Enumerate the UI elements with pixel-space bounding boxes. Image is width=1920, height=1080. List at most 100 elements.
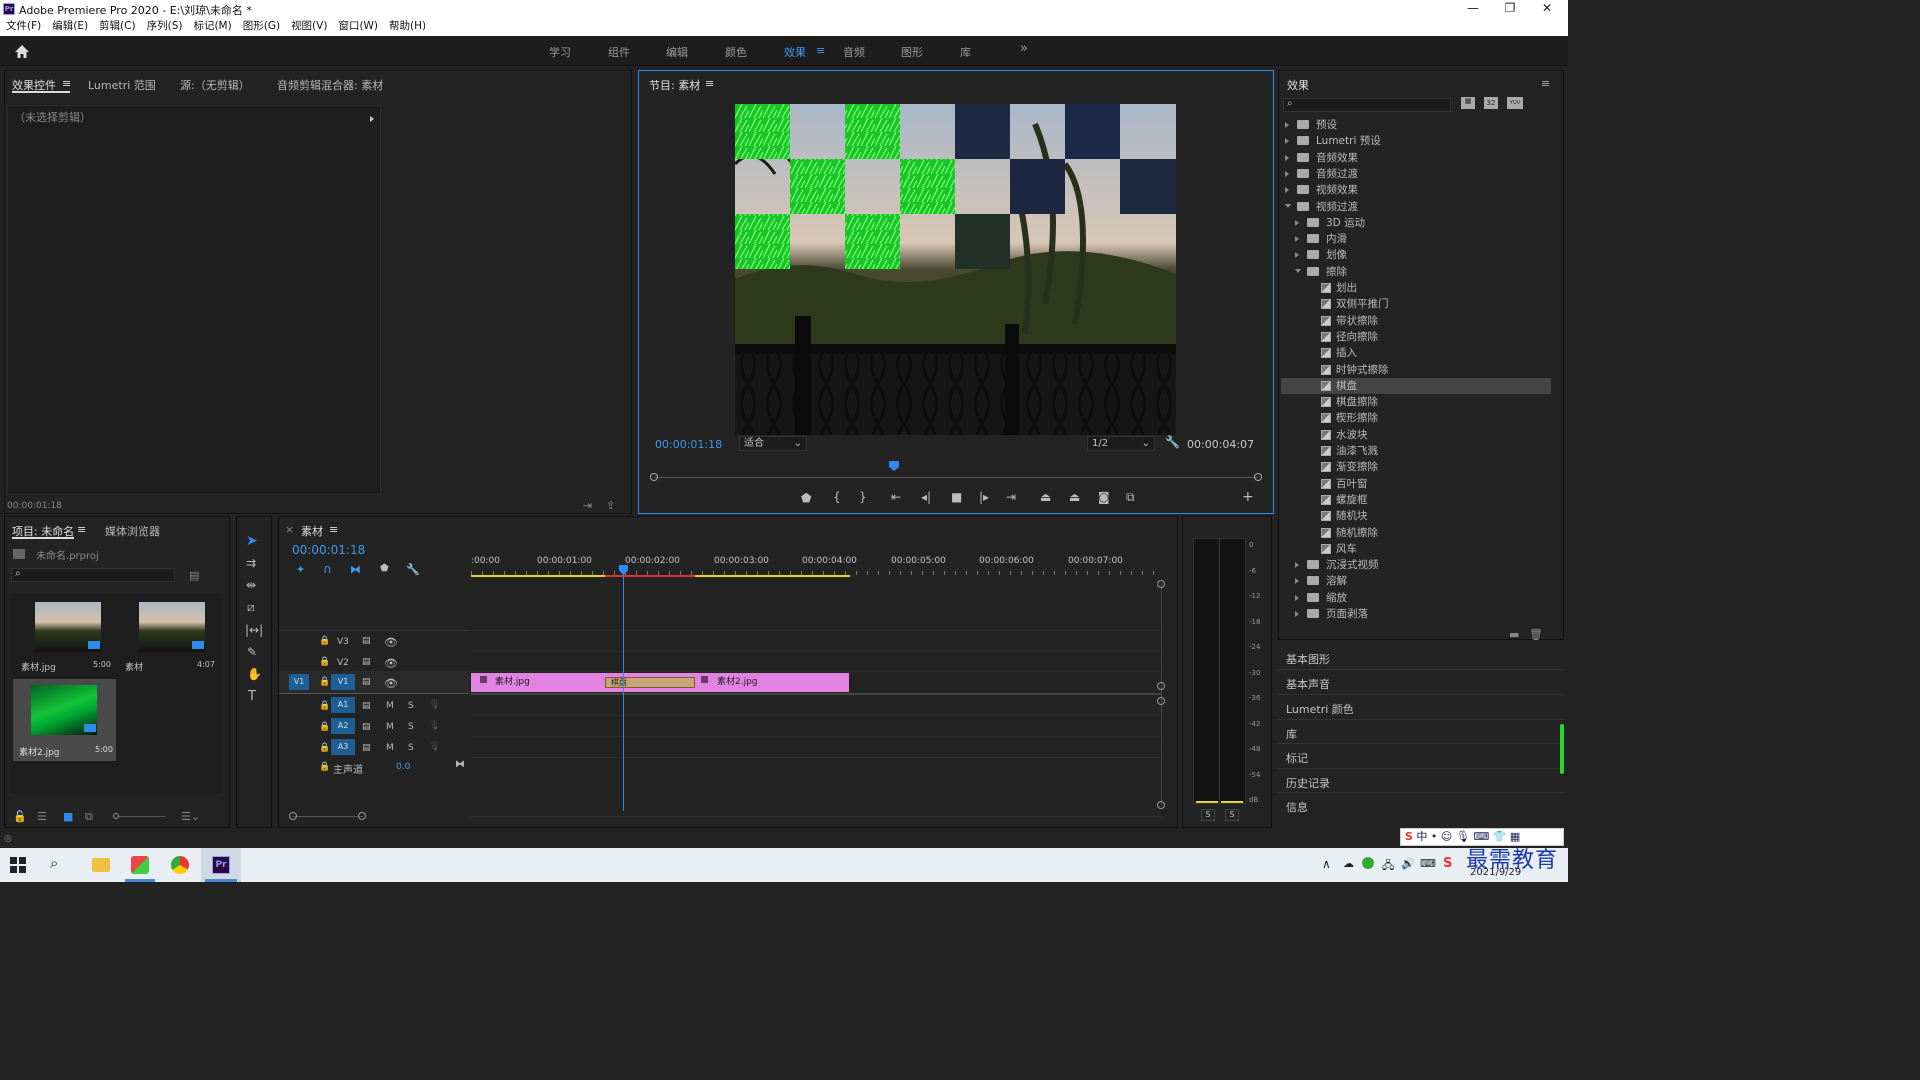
- lock-icon[interactable]: 🔓: [13, 810, 27, 823]
- add-marker-icon[interactable]: ⬟: [380, 563, 389, 574]
- effect-folder[interactable]: 擦除: [1281, 264, 1551, 280]
- sync-lock-icon[interactable]: ▤: [362, 743, 371, 753]
- sync-lock-icon[interactable]: ▤: [362, 636, 371, 646]
- sync-lock-icon[interactable]: ▤: [362, 657, 371, 667]
- chevron-right-icon[interactable]: [1295, 236, 1299, 243]
- workspace-color[interactable]: 颜色: [725, 44, 747, 60]
- chevron-right-icon[interactable]: [1295, 594, 1299, 601]
- maximize-button[interactable]: ❐: [1492, 1, 1528, 15]
- effect-item[interactable]: 油漆飞溅: [1281, 443, 1551, 459]
- timeline-close-icon[interactable]: ×: [285, 523, 294, 536]
- effect-item[interactable]: 棋盘: [1281, 377, 1551, 394]
- microphone-icon[interactable]: 🎙: [429, 700, 440, 710]
- workspace-graphics[interactable]: 图形: [901, 44, 923, 60]
- solo-right-button[interactable]: S: [1225, 809, 1239, 821]
- export-frame-icon[interactable]: ⇥: [583, 499, 592, 512]
- ripple-edit-tool-icon[interactable]: ⇹: [246, 578, 256, 592]
- mark-out-button[interactable]: }: [859, 490, 867, 504]
- section-libraries[interactable]: 库: [1286, 726, 1297, 742]
- menu-edit[interactable]: 编辑(E): [52, 18, 88, 36]
- end-of-track-icon[interactable]: ⧓: [455, 759, 465, 770]
- timeline-settings-wrench-icon[interactable]: 🔧: [406, 563, 420, 576]
- section-essential-sound[interactable]: 基本声音: [1286, 676, 1330, 692]
- step-back-button[interactable]: ◂|: [921, 490, 931, 504]
- effect-folder[interactable]: 页面剥落: [1281, 606, 1551, 622]
- menu-graphics[interactable]: 图形(G): [243, 18, 280, 36]
- effects-panel-menu-icon[interactable]: ≡: [1541, 77, 1550, 90]
- volume-icon[interactable]: 🔊: [1401, 857, 1415, 870]
- tab-lumetri-scopes[interactable]: Lumetri 范围: [88, 77, 156, 93]
- chevron-right-icon[interactable]: [1295, 219, 1299, 226]
- effect-item[interactable]: 插入: [1281, 345, 1551, 361]
- list-view-icon[interactable]: ☰: [37, 810, 47, 823]
- effect-folder[interactable]: 划像: [1281, 247, 1551, 263]
- effects-search-input[interactable]: ⌕: [1283, 98, 1451, 112]
- menu-help[interactable]: 帮助(H): [389, 18, 426, 36]
- extract-button[interactable]: ⏏: [1069, 490, 1080, 504]
- mark-in-button[interactable]: {: [833, 490, 841, 504]
- accelerated-effects-icon[interactable]: ▦: [1461, 97, 1475, 109]
- track-target-v1[interactable]: V1: [331, 674, 355, 690]
- program-scrub-bar[interactable]: [654, 477, 1258, 478]
- tray-chevron-icon[interactable]: ∧: [1322, 857, 1331, 871]
- timeline-menu-icon[interactable]: ≡: [329, 523, 338, 536]
- effect-item[interactable]: 划出: [1281, 280, 1551, 296]
- effect-item[interactable]: 楔形擦除: [1281, 410, 1551, 426]
- effect-folder[interactable]: 视频过渡: [1281, 199, 1551, 215]
- effect-folder[interactable]: 预设: [1281, 117, 1551, 133]
- hand-tool-icon[interactable]: ✋: [247, 667, 262, 681]
- workspace-menu-icon[interactable]: ≡: [816, 44, 825, 57]
- program-menu-icon[interactable]: ≡: [705, 77, 714, 90]
- close-button[interactable]: ✕: [1529, 1, 1565, 15]
- scrub-start-handle[interactable]: [650, 473, 658, 481]
- effect-folder[interactable]: Lumetri 预设: [1281, 133, 1551, 149]
- tray-app-icon[interactable]: [1362, 857, 1374, 869]
- chrome-icon[interactable]: [171, 856, 189, 874]
- new-bin-icon[interactable]: ▬: [1509, 628, 1519, 641]
- effect-item[interactable]: 渐变擦除: [1281, 459, 1551, 475]
- freeform-view-icon[interactable]: ⧉: [85, 810, 93, 824]
- chevron-right-icon[interactable]: [1295, 252, 1299, 259]
- nest-toggle-icon[interactable]: ✦: [296, 563, 305, 576]
- time-ruler[interactable]: :00:00 00:00:01:00 00:00:02:00 00:00:03:…: [471, 553, 1161, 577]
- menu-file[interactable]: 文件(F): [6, 18, 41, 36]
- eye-icon[interactable]: 👁: [384, 636, 398, 649]
- selection-tool-icon[interactable]: ➤: [246, 533, 258, 549]
- stop-button[interactable]: ■: [951, 490, 962, 504]
- compare-view-button[interactable]: ⧉: [1126, 490, 1135, 505]
- ime-toolbar[interactable]: S 中 • ☺ 🎙 ⌨ 👕 ▦: [1400, 828, 1564, 846]
- effect-folder[interactable]: 3D 运动: [1281, 215, 1551, 231]
- effect-folder[interactable]: 溶解: [1281, 573, 1551, 589]
- effect-item[interactable]: 棋盘擦除: [1281, 394, 1551, 410]
- menu-clip[interactable]: 剪辑(C): [99, 18, 136, 36]
- workspace-overflow-button[interactable]: »: [1020, 41, 1028, 56]
- lift-button[interactable]: ⏏: [1040, 490, 1051, 504]
- tray-cloud-icon[interactable]: ☁: [1343, 857, 1354, 870]
- project-search-input[interactable]: ⌕: [11, 568, 175, 582]
- project-item-selected[interactable]: 素材2.jpg 5:00: [13, 679, 116, 761]
- effect-item[interactable]: 风车: [1281, 541, 1551, 557]
- lock-icon[interactable]: 🔒: [319, 677, 330, 687]
- section-history[interactable]: 历史记录: [1286, 775, 1330, 791]
- add-marker-button[interactable]: ⬟: [801, 491, 811, 505]
- chevron-right-icon[interactable]: [1285, 187, 1289, 194]
- yuv-effects-icon[interactable]: YUV: [1507, 97, 1523, 109]
- program-playhead[interactable]: [889, 461, 899, 471]
- section-markers[interactable]: 标记: [1286, 750, 1308, 766]
- chevron-right-icon[interactable]: [1285, 138, 1289, 145]
- linked-selection-icon[interactable]: ⧓: [350, 563, 361, 576]
- effect-item[interactable]: 百叶窗: [1281, 476, 1551, 492]
- scroll-handle[interactable]: [1157, 697, 1165, 705]
- play-button[interactable]: |▸: [979, 490, 989, 504]
- timeline-tab[interactable]: 素材: [301, 523, 323, 539]
- master-volume-value[interactable]: 0.0: [396, 762, 410, 772]
- effect-item[interactable]: 螺旋框: [1281, 492, 1551, 508]
- track-target-a2[interactable]: A2: [331, 718, 355, 734]
- solo-left-button[interactable]: S: [1201, 809, 1215, 821]
- track-select-tool-icon[interactable]: ⇉: [246, 556, 256, 570]
- fit-zoom-select[interactable]: 适合 ⌄: [739, 436, 807, 451]
- chevron-right-icon[interactable]: [1295, 578, 1299, 585]
- input-method-icon[interactable]: ⌨: [1420, 857, 1436, 870]
- effect-folder[interactable]: 沉浸式视频: [1281, 557, 1551, 573]
- sync-lock-icon[interactable]: ▤: [362, 722, 371, 732]
